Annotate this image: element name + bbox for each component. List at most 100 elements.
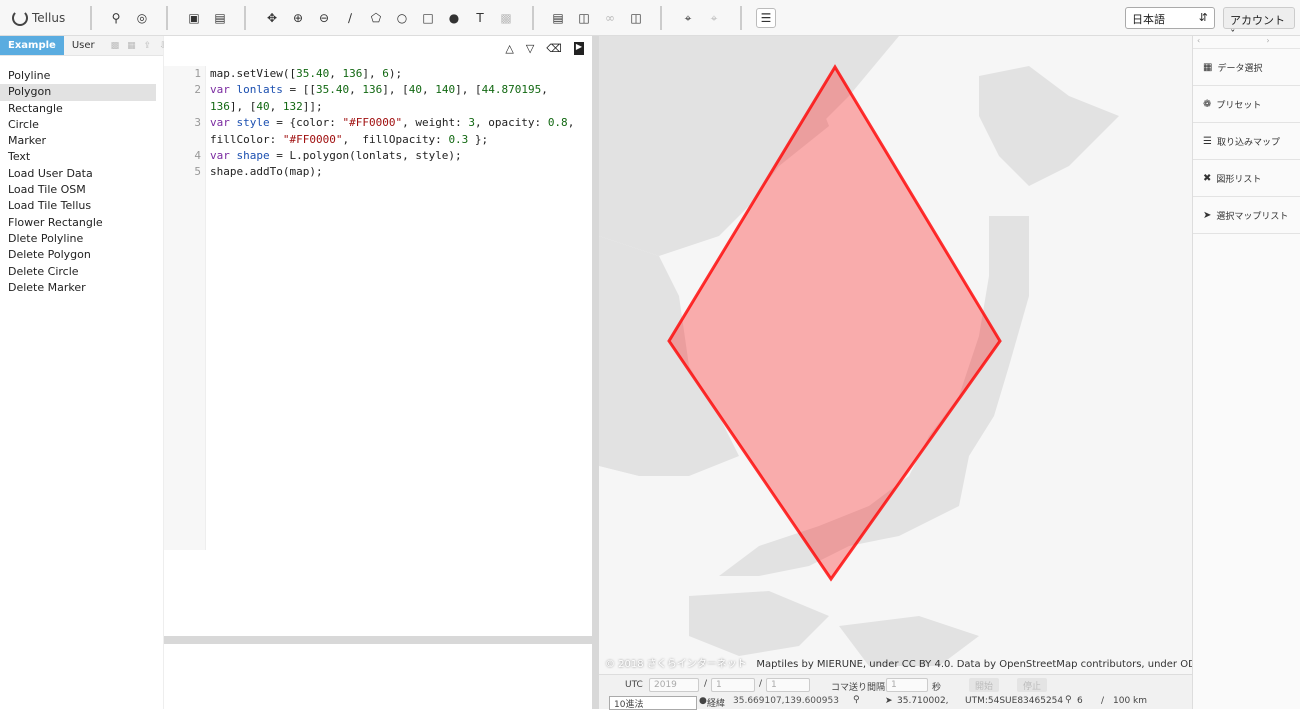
pan-icon[interactable]: ✥ (262, 8, 282, 28)
document-icon[interactable]: ☰ (756, 8, 776, 28)
divider (532, 6, 534, 30)
pin-icon: ➤ (1203, 209, 1212, 221)
divider (740, 6, 742, 30)
right-panel: ‹ › ▦ データ選択 ❁ プリセット ☰ 取り込みマップ ✖ 図形リスト ➤ 選択マップ… (1192, 36, 1300, 709)
split-view-icon[interactable]: ◫ (574, 8, 594, 28)
top-toolbar: Tellus ⚲ ◎ ▣ ▤ ✥ ⊕ ⊖ ∕ ⬠ ○ □ ● T ▩ ▤ ◫ ∞… (0, 0, 1300, 41)
selected-maps-item[interactable]: ➤ 選択マップリスト (1193, 197, 1300, 234)
example-item[interactable]: Marker (0, 133, 163, 149)
time-controls: UTC 2019 / 1 / 1 コマ送り間隔 1 秒 開始 停止 (599, 674, 1192, 694)
cursor-icon: ➤ (885, 696, 893, 706)
cube-icon[interactable]: ◫ (626, 8, 646, 28)
example-item[interactable]: Load User Data (0, 166, 163, 182)
map-icon: ▦ (1203, 61, 1213, 73)
draw-circle-icon[interactable]: ○ (392, 8, 412, 28)
console-output (164, 644, 592, 709)
draw-rectangle-icon[interactable]: □ (418, 8, 438, 28)
search-icon[interactable]: ⚲ (106, 8, 126, 28)
tab-bar: Example User ▩ ▦ ⇪ ⇩ (0, 36, 167, 56)
map-canvas[interactable] (599, 36, 1192, 674)
example-item[interactable]: Rectangle (0, 101, 163, 117)
language-select[interactable]: 日本語 ⇵ (1125, 7, 1215, 29)
rename-icon[interactable]: ▦ (127, 41, 136, 51)
data-select-item[interactable]: ▦ データ選択 (1193, 49, 1300, 86)
camera-icon[interactable]: ▣ (184, 8, 204, 28)
examples-panel: Example User ▩ ▦ ⇪ ⇩ Polyline Polygon Rect… (0, 36, 167, 709)
line-gutter: 1 2 3 4 5 (164, 66, 206, 550)
divider (660, 6, 662, 30)
example-item[interactable]: Circle (0, 117, 163, 133)
account-button[interactable]: アカウント ˇ (1223, 7, 1295, 41)
play-button[interactable]: 開始 (969, 678, 1000, 692)
preset-item[interactable]: ❁ プリセット (1193, 86, 1300, 123)
examples-list: Polyline Polygon Rectangle Circle Marker Text… (0, 56, 163, 296)
link-icon[interactable]: ∞ (600, 8, 620, 28)
logo-text: Tellus (32, 11, 66, 25)
example-item[interactable]: Delete Polygon (0, 247, 163, 263)
coord-format-select[interactable]: 10進法 (609, 696, 697, 710)
zoom-icon: ⚲ (1065, 695, 1072, 705)
chevron-updown-icon: ⇵ (1198, 11, 1208, 24)
search-icon[interactable]: ⚲ (853, 695, 860, 705)
eraser-icon[interactable]: ⌫ (546, 42, 562, 55)
logo-icon (12, 10, 28, 26)
zoom-out-icon[interactable]: ⊖ (314, 8, 334, 28)
scale-icon: ∕ (1101, 696, 1105, 706)
latlon-input[interactable]: 35.669107,139.600953 (733, 696, 839, 706)
download-icon[interactable]: ▽ (526, 42, 534, 55)
frame-interval-input[interactable]: 1 (886, 678, 928, 692)
year-input[interactable]: 2019 (649, 678, 699, 692)
code-text[interactable]: map.setView([35.40, 136], 6); var lonlat… (210, 66, 588, 181)
eye-icon[interactable]: ◎ (132, 8, 152, 28)
keyboard-icon[interactable]: ▤ (210, 8, 230, 28)
line-number: 4 (194, 148, 201, 162)
month-input[interactable]: 1 (711, 678, 755, 692)
imported-maps-item[interactable]: ☰ 取り込みマップ (1193, 123, 1300, 160)
example-item[interactable]: Delete Circle (0, 264, 163, 280)
example-item[interactable]: Polygon (0, 84, 156, 101)
shape-list-item[interactable]: ✖ 図形リスト (1193, 160, 1300, 197)
tab-user[interactable]: User (64, 36, 103, 55)
upload-icon[interactable]: △ (505, 42, 513, 55)
tab-example[interactable]: Example (0, 36, 64, 55)
draw-polygon-icon[interactable]: ⬠ (366, 8, 386, 28)
zoom-in-icon[interactable]: ⊕ (288, 8, 308, 28)
example-item[interactable]: Polyline (0, 68, 163, 84)
line-number: 5 (194, 165, 201, 179)
vertical-splitter[interactable] (592, 36, 599, 709)
crop-cancel-icon[interactable]: ⌖ (704, 8, 724, 28)
line-number: 3 (194, 116, 201, 130)
stop-button[interactable]: 停止 (1017, 678, 1048, 692)
crop-icon[interactable]: ⌖ (678, 8, 698, 28)
trash-icon[interactable]: ▩ (496, 8, 516, 28)
map-view[interactable]: © 2018 さくらインターネット Maptiles by MIERUNE, u… (599, 36, 1192, 674)
pin-icon: ● (699, 696, 707, 706)
marker-icon[interactable]: ● (444, 8, 464, 28)
line-number (164, 132, 205, 148)
example-item[interactable]: Flower Rectangle (0, 215, 163, 231)
line-number: 2 (194, 83, 201, 97)
example-item[interactable]: Dlete Polyline (0, 231, 163, 247)
horizontal-splitter[interactable] (164, 636, 592, 644)
run-icon[interactable]: ▶ (573, 42, 584, 55)
collapse-toggle[interactable]: ‹ › (1193, 36, 1300, 49)
example-item[interactable]: Delete Marker (0, 280, 163, 296)
example-item[interactable]: Load Tile Tellus (0, 198, 163, 214)
day-input[interactable]: 1 (766, 678, 810, 692)
example-item[interactable]: Text (0, 149, 163, 165)
editor-toolbar: △ ▽ ⌫ ▶ (505, 42, 584, 55)
tellus-logo[interactable]: Tellus (12, 7, 65, 29)
palette-icon: ❁ (1203, 98, 1212, 110)
draw-line-icon[interactable]: ∕ (340, 8, 360, 28)
example-item[interactable]: Load Tile OSM (0, 182, 163, 198)
delete-icon[interactable]: ▩ (111, 41, 120, 51)
tools-icon: ✖ (1203, 172, 1212, 184)
divider (244, 6, 246, 30)
divider (90, 6, 92, 30)
window-icon[interactable]: ▤ (548, 8, 568, 28)
line-number: 1 (194, 67, 201, 80)
export-icon[interactable]: ⇪ (144, 41, 152, 51)
code-editor[interactable]: △ ▽ ⌫ ▶ 1 2 3 4 5 map.setView([35.40, 136], … (164, 36, 592, 636)
map-attribution: © 2018 さくらインターネット Maptiles by MIERUNE, u… (605, 659, 1192, 670)
text-icon[interactable]: T (470, 8, 490, 28)
